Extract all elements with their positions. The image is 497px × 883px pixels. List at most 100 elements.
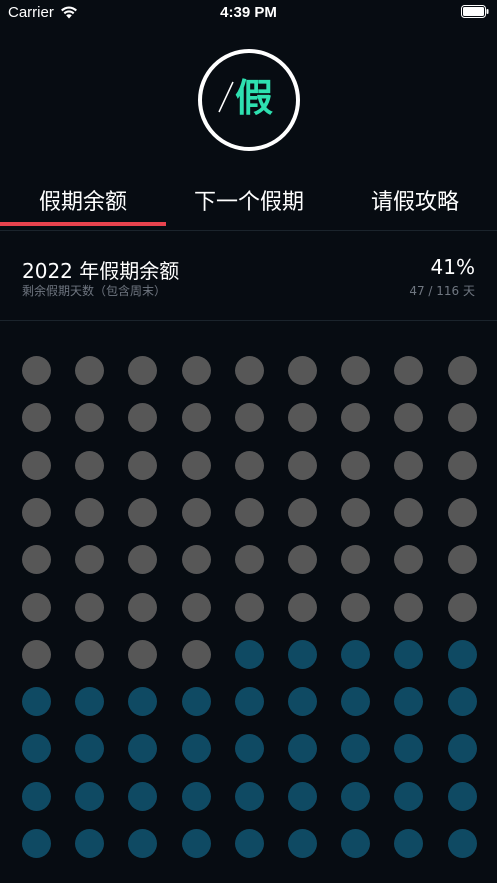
remaining-day-dot: [22, 781, 51, 811]
used-day-dot: [22, 497, 51, 527]
remaining-day-dot: [288, 687, 317, 717]
remaining-day-dot: [234, 734, 264, 764]
remaining-day-dot: [128, 781, 158, 811]
used-day-dot: [394, 592, 424, 622]
used-day-dot: [341, 592, 371, 622]
remaining-day-dot: [75, 734, 105, 764]
remaining-day-dot: [394, 829, 424, 858]
remaining-day-dot: [288, 734, 317, 764]
remaining-day-dot: [288, 829, 317, 858]
remaining-day-dot: [341, 781, 371, 811]
remaining-day-dot: [394, 639, 424, 669]
app-logo: 假: [197, 48, 301, 152]
used-day-dot: [447, 403, 477, 433]
remaining-day-dot: [288, 781, 317, 811]
used-day-dot: [75, 545, 105, 575]
remaining-day-dot: [394, 734, 424, 764]
remaining-day-dot: [181, 781, 211, 811]
used-day-dot: [394, 497, 424, 527]
remaining-day-dot: [341, 829, 371, 858]
days-dot-grid: [0, 340, 497, 880]
used-day-dot: [128, 403, 158, 433]
remaining-day-dot: [447, 639, 477, 669]
tab-bar: 假期余额 下一个假期 请假攻略: [0, 172, 497, 231]
used-day-dot: [394, 356, 424, 385]
remaining-day-dot: [75, 687, 105, 717]
used-day-dot: [234, 450, 264, 480]
used-day-dot: [75, 497, 105, 527]
used-day-dot: [447, 497, 477, 527]
used-day-dot: [234, 592, 264, 622]
used-day-dot: [22, 639, 51, 669]
balance-subtitle: 剩余假期天数（包含周末）: [22, 284, 167, 298]
remaining-day-dot: [128, 734, 158, 764]
remaining-day-dot: [22, 734, 51, 764]
remaining-day-dot: [181, 687, 211, 717]
remaining-day-dot: [128, 687, 158, 717]
used-day-dot: [234, 545, 264, 575]
remaining-day-dot: [341, 687, 371, 717]
used-day-dot: [447, 450, 477, 480]
used-day-dot: [75, 639, 105, 669]
tab-leave-guide[interactable]: 请假攻略: [332, 184, 497, 216]
used-day-dot: [447, 592, 477, 622]
balance-count: 47 / 116 天: [409, 284, 475, 298]
remaining-day-dot: [447, 734, 477, 764]
remaining-day-dot: [75, 829, 105, 858]
used-day-dot: [75, 403, 105, 433]
logo-character: 假: [235, 76, 274, 120]
used-day-dot: [181, 403, 211, 433]
remaining-day-dot: [394, 781, 424, 811]
status-time: 4:39 PM: [220, 4, 277, 21]
used-day-dot: [22, 592, 51, 622]
used-day-dot: [341, 356, 371, 385]
tab-next-holiday[interactable]: 下一个假期: [166, 184, 332, 216]
used-day-dot: [128, 639, 158, 669]
used-day-dot: [128, 592, 158, 622]
used-day-dot: [181, 639, 211, 669]
balance-summary: 2022 年假期余额 剩余假期天数（包含周末） 41% 47 / 116 天: [0, 231, 497, 321]
remaining-day-dot: [181, 734, 211, 764]
remaining-day-dot: [447, 687, 477, 717]
used-day-dot: [181, 450, 211, 480]
remaining-day-dot: [288, 639, 317, 669]
used-day-dot: [394, 450, 424, 480]
remaining-day-dot: [22, 829, 51, 858]
active-tab-indicator: [0, 222, 166, 226]
used-day-dot: [75, 592, 105, 622]
used-day-dot: [181, 497, 211, 527]
used-day-dot: [181, 356, 211, 385]
used-day-dot: [128, 497, 158, 527]
used-day-dot: [22, 545, 51, 575]
used-day-dot: [288, 497, 317, 527]
used-day-dot: [394, 545, 424, 575]
used-day-dot: [341, 545, 371, 575]
remaining-day-dot: [75, 781, 105, 811]
tab-holiday-balance[interactable]: 假期余额: [0, 184, 166, 216]
used-day-dot: [234, 497, 264, 527]
used-day-dot: [394, 403, 424, 433]
remaining-day-dot: [447, 829, 477, 858]
used-day-dot: [234, 403, 264, 433]
used-day-dot: [234, 356, 264, 385]
balance-title: 2022 年假期余额: [22, 259, 180, 283]
status-bar: Carrier 4:39 PM: [0, 0, 497, 24]
used-day-dot: [447, 545, 477, 575]
used-day-dot: [22, 356, 51, 385]
balance-percent: 41%: [430, 255, 475, 279]
used-day-dot: [341, 403, 371, 433]
used-day-dot: [128, 450, 158, 480]
used-day-dot: [128, 545, 158, 575]
used-day-dot: [75, 450, 105, 480]
remaining-day-dot: [22, 687, 51, 717]
remaining-day-dot: [234, 639, 264, 669]
used-day-dot: [341, 450, 371, 480]
remaining-day-dot: [128, 829, 158, 858]
used-day-dot: [75, 356, 105, 385]
used-day-dot: [128, 356, 158, 385]
used-day-dot: [288, 403, 317, 433]
used-day-dot: [22, 403, 51, 433]
remaining-day-dot: [341, 734, 371, 764]
remaining-day-dot: [181, 829, 211, 858]
remaining-day-dot: [234, 829, 264, 858]
